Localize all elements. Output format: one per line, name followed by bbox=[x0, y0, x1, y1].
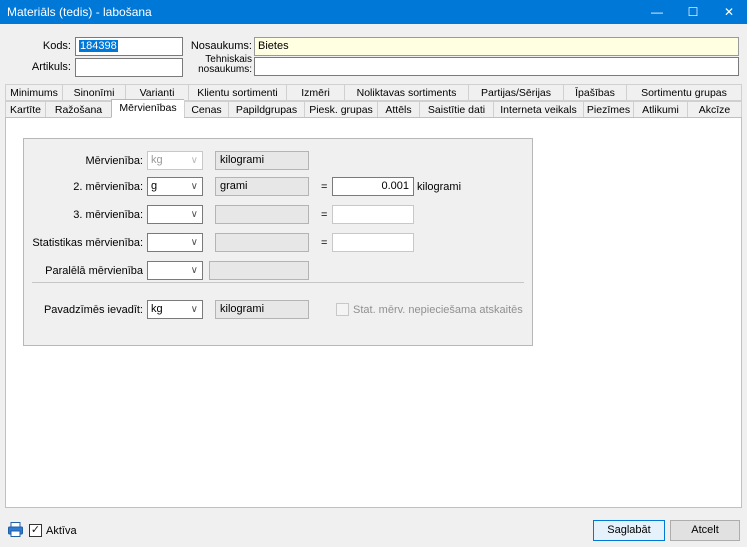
statistikas-combo[interactable]: ∨ bbox=[147, 233, 203, 252]
tehniskais-nosaukums-input[interactable] bbox=[254, 57, 739, 76]
aktiva-checkbox[interactable]: ✓ bbox=[29, 524, 42, 537]
tab-cenas[interactable]: Cenas bbox=[184, 101, 228, 118]
chevron-down-icon: ∨ bbox=[190, 265, 198, 276]
equals-sign: = bbox=[321, 181, 328, 193]
artikuls-label: Artikuls: bbox=[31, 61, 71, 73]
statistikas-name bbox=[215, 233, 309, 252]
mervieniba3-combo[interactable]: ∨ bbox=[147, 205, 203, 224]
tab-atlikumi[interactable]: Atlikumi bbox=[633, 101, 687, 118]
mervieniba3-label: 3. mērvienība: bbox=[73, 209, 143, 221]
mervieniba-combo[interactable]: kg ∨ bbox=[147, 151, 203, 170]
window-title: Materiāls (tedis) - labošana bbox=[7, 5, 152, 19]
kods-value: 184398 bbox=[79, 40, 118, 52]
chevron-down-icon: ∨ bbox=[190, 237, 198, 248]
tehniskais-label-2: nosaukums: bbox=[198, 64, 252, 75]
chevron-down-icon: ∨ bbox=[190, 181, 198, 192]
mervieniba3-name bbox=[215, 205, 309, 224]
aktiva-label: Aktīva bbox=[46, 525, 77, 537]
tab-saistitie-dati[interactable]: Saistītie dati bbox=[419, 101, 493, 118]
tab-klientu-sortimenti[interactable]: Klientu sortimenti bbox=[188, 84, 286, 101]
tab-noliktavas-sortiments[interactable]: Noliktavas sortiments bbox=[344, 84, 468, 101]
tab-izmeri[interactable]: Izmēri bbox=[286, 84, 344, 101]
mervieniba2-factor-input[interactable]: 0.001 bbox=[332, 177, 414, 196]
print-icon[interactable] bbox=[7, 521, 24, 538]
save-button[interactable]: Saglabāt bbox=[593, 520, 665, 541]
tab-partijas-serijas[interactable]: Partijas/Sērijas bbox=[468, 84, 563, 101]
tab-ipasibas[interactable]: Īpašības bbox=[563, 84, 626, 101]
nosaukums-input[interactable]: Bietes bbox=[254, 37, 739, 56]
pavadzimes-name: kilogrami bbox=[215, 300, 309, 319]
pavadzimes-value: kg bbox=[151, 303, 163, 315]
tab-piezimes[interactable]: Piezīmes bbox=[583, 101, 633, 118]
chevron-down-icon: ∨ bbox=[190, 304, 198, 315]
mervieniba2-unit: kilogrami bbox=[417, 181, 462, 193]
mervieniba2-label: 2. mērvienība: bbox=[73, 181, 143, 193]
mervieniba2-combo[interactable]: g ∨ bbox=[147, 177, 203, 196]
tab-kartite[interactable]: Kartīte bbox=[5, 101, 45, 118]
nosaukums-label: Nosaukums: bbox=[190, 40, 252, 52]
chevron-down-icon: ∨ bbox=[190, 155, 198, 166]
statistikas-label: Statistikas mērvienība: bbox=[32, 237, 143, 249]
chevron-down-icon: ∨ bbox=[190, 209, 198, 220]
mervieniba3-factor-input[interactable] bbox=[332, 205, 414, 224]
equals-sign: = bbox=[321, 209, 328, 221]
title-bar: Materiāls (tedis) - labošana — ☐ ✕ bbox=[0, 0, 747, 24]
mervieniba2-value: g bbox=[151, 180, 158, 192]
tab-attels[interactable]: Attēls bbox=[377, 101, 419, 118]
tab-mervienibas[interactable]: Mērvienības bbox=[111, 99, 184, 118]
tab-razosana[interactable]: Ražošana bbox=[45, 101, 111, 118]
mervieniba-label: Mērvienība: bbox=[85, 155, 143, 167]
units-group: Mērvienība: kg ∨ kilogrami 2. mērvienība… bbox=[23, 138, 533, 346]
tab-akcize[interactable]: Akcīze bbox=[687, 101, 742, 118]
minimize-button[interactable]: — bbox=[639, 0, 675, 24]
tab-papildgrupas[interactable]: Papildgrupas bbox=[228, 101, 304, 118]
mervieniba2-name: grami bbox=[215, 177, 309, 196]
tab-interneta-veikals[interactable]: Interneta veikals bbox=[493, 101, 583, 118]
cancel-button[interactable]: Atcelt bbox=[670, 520, 740, 541]
kods-label: Kods: bbox=[42, 40, 71, 52]
artikuls-input[interactable] bbox=[75, 58, 183, 77]
tab-piesk-grupas[interactable]: Piesk. grupas bbox=[304, 101, 377, 118]
close-button[interactable]: ✕ bbox=[711, 0, 747, 24]
statistikas-factor-input[interactable] bbox=[332, 233, 414, 252]
pavadzimes-combo[interactable]: kg ∨ bbox=[147, 300, 203, 319]
tab-minimums[interactable]: Minimums bbox=[5, 84, 62, 101]
paralela-label: Paralēlā mērvienība bbox=[45, 265, 143, 277]
paralela-combo[interactable]: ∨ bbox=[147, 261, 203, 280]
tab-sortimentu-grupas[interactable]: Sortimentu grupas bbox=[626, 84, 742, 101]
group-separator bbox=[32, 282, 524, 283]
mervieniba-value: kg bbox=[151, 154, 163, 166]
paralela-name bbox=[209, 261, 309, 280]
kods-input[interactable]: 184398 bbox=[75, 37, 183, 56]
maximize-button[interactable]: ☐ bbox=[675, 0, 711, 24]
tab-row-2: Kartīte Ražošana Mērvienības Cenas Papil… bbox=[5, 99, 742, 118]
tab-content-mervienibas: Mērvienība: kg ∨ kilogrami 2. mērvienība… bbox=[5, 117, 742, 508]
stat-merv-checkbox-label: Stat. mērv. nepieciešama atskaitēs bbox=[353, 304, 523, 316]
stat-merv-checkbox[interactable] bbox=[336, 303, 349, 316]
pavadzimes-label: Pavadzīmēs ievadīt: bbox=[43, 304, 143, 316]
mervieniba-name: kilogrami bbox=[215, 151, 309, 170]
equals-sign: = bbox=[321, 237, 328, 249]
